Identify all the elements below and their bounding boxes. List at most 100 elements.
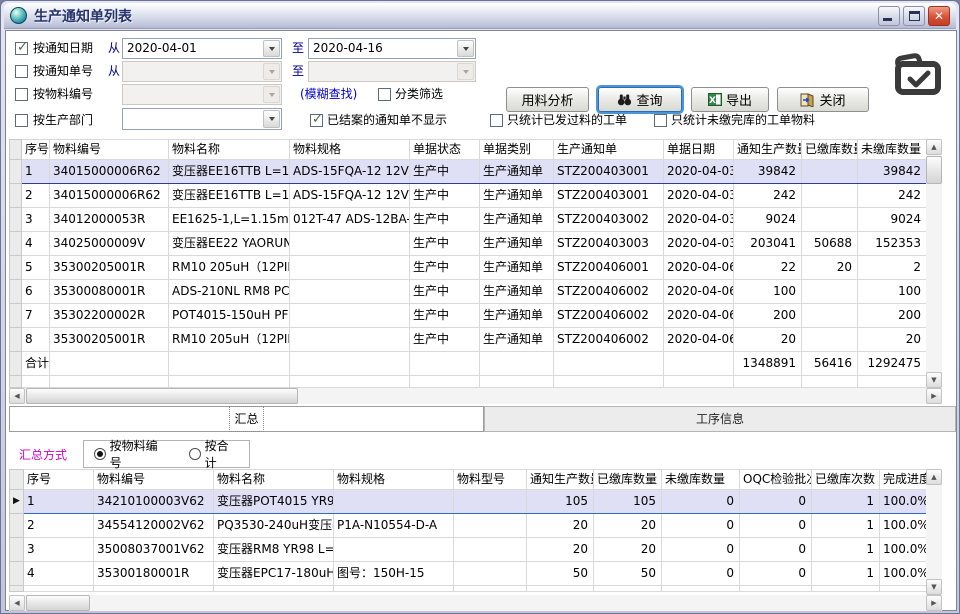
cell[interactable]: 200 bbox=[734, 304, 802, 328]
cell[interactable]: 0 bbox=[740, 538, 812, 562]
cell[interactable]: 变压器POT4015 YR98 bbox=[214, 490, 334, 514]
table-row[interactable]: 334012000053REE1625-1,L=1.15mH012T-47 AD… bbox=[10, 208, 927, 232]
row-selector[interactable] bbox=[10, 232, 22, 256]
cell[interactable]: 242 bbox=[858, 184, 927, 208]
cell[interactable]: 35300205001R bbox=[50, 328, 169, 352]
column-header[interactable]: 单据状态 bbox=[410, 140, 480, 160]
cell[interactable] bbox=[802, 160, 858, 184]
filter-by-department-checkbox[interactable] bbox=[15, 114, 28, 127]
cell[interactable]: 1 bbox=[812, 490, 880, 514]
cell[interactable]: 100 bbox=[734, 280, 802, 304]
radio-icon[interactable] bbox=[94, 448, 106, 460]
scroll-up-icon[interactable]: ▲ bbox=[926, 139, 942, 155]
classify-filter-checkbox[interactable] bbox=[378, 88, 391, 101]
cell[interactable]: 100 bbox=[858, 280, 927, 304]
cell[interactable] bbox=[802, 304, 858, 328]
cell[interactable]: 4 bbox=[24, 562, 94, 586]
filter-by-material-checkbox[interactable] bbox=[15, 88, 28, 101]
cell[interactable]: 合计 bbox=[22, 352, 50, 376]
cell[interactable]: 变压器RM8 YR98 L=3 bbox=[214, 538, 334, 562]
cell[interactable]: 8 bbox=[22, 328, 50, 352]
cell[interactable] bbox=[454, 538, 527, 562]
department-combobox[interactable] bbox=[122, 108, 282, 130]
cell[interactable]: 2020-04-06 bbox=[664, 328, 734, 352]
column-header[interactable]: 单据类别 bbox=[480, 140, 554, 160]
cell[interactable]: 1 bbox=[24, 490, 94, 514]
cell[interactable]: 生产中 bbox=[410, 280, 480, 304]
table-row[interactable]: ▶134210100003V62变压器POT4015 YR98105105001… bbox=[10, 490, 927, 514]
filter-by-date-checkbox[interactable] bbox=[15, 42, 28, 55]
row-selector[interactable] bbox=[10, 562, 24, 586]
cell[interactable]: 4 bbox=[22, 232, 50, 256]
cell[interactable]: 2020-04-06 bbox=[664, 280, 734, 304]
cell[interactable]: 2020-04-03 bbox=[664, 184, 734, 208]
scroll-left-icon[interactable]: ◀ bbox=[9, 595, 25, 611]
cell[interactable]: 6 bbox=[22, 280, 50, 304]
column-header[interactable]: 已缴库次数 bbox=[812, 470, 880, 490]
cell[interactable]: 0 bbox=[662, 514, 740, 538]
scroll-down-icon[interactable]: ▼ bbox=[926, 372, 942, 388]
row-selector[interactable] bbox=[10, 304, 22, 328]
cell[interactable]: 20 bbox=[594, 514, 662, 538]
scroll-up-icon[interactable]: ▲ bbox=[926, 469, 942, 485]
cell[interactable] bbox=[290, 232, 410, 256]
cell[interactable]: 9024 bbox=[858, 208, 927, 232]
cell[interactable]: ADS-15FQA-12 12V/1 bbox=[290, 184, 410, 208]
scroll-left-icon[interactable]: ◀ bbox=[9, 388, 25, 404]
cell[interactable]: 34012000053R bbox=[50, 208, 169, 232]
cell[interactable] bbox=[290, 352, 410, 376]
close-form-button[interactable]: 关闭 bbox=[777, 87, 869, 112]
column-header[interactable]: 物料编号 bbox=[94, 470, 214, 490]
cell[interactable] bbox=[454, 562, 527, 586]
cell[interactable]: 生产通知单 bbox=[480, 280, 554, 304]
cell[interactable]: 203041 bbox=[734, 232, 802, 256]
cell[interactable]: 生产中 bbox=[410, 160, 480, 184]
cell[interactable]: 20 bbox=[858, 328, 927, 352]
table-row[interactable]: 635300080001RADS-210NL RM8 PC4生产中生产通知单ST… bbox=[10, 280, 927, 304]
scroll-right-icon[interactable]: ▶ bbox=[926, 388, 942, 404]
cell[interactable]: 生产中 bbox=[410, 184, 480, 208]
table-row[interactable]: 435300180001R变压器EPC17-180uH图号：150H-15505… bbox=[10, 562, 927, 586]
cell[interactable]: P1A-N10554-D-A bbox=[334, 514, 454, 538]
cell[interactable]: 9024 bbox=[734, 208, 802, 232]
row-selector[interactable] bbox=[10, 184, 22, 208]
cell[interactable]: PQ3530-240uH变压器 bbox=[214, 514, 334, 538]
cell[interactable]: 100.0% bbox=[880, 490, 927, 514]
cell[interactable]: STZ200406002 bbox=[554, 304, 664, 328]
cell[interactable]: STZ200403001 bbox=[554, 160, 664, 184]
chevron-down-icon[interactable] bbox=[263, 40, 280, 57]
cell[interactable] bbox=[410, 352, 480, 376]
table-row[interactable]: 134015000006R62变压器EE16TTB L=1.0ADS-15FQA… bbox=[10, 160, 927, 184]
cell[interactable] bbox=[169, 352, 290, 376]
main-horizontal-scrollbar[interactable]: ◀ ▶ bbox=[9, 388, 942, 404]
cell[interactable]: 105 bbox=[527, 490, 594, 514]
row-selector[interactable] bbox=[10, 280, 22, 304]
cell[interactable] bbox=[334, 538, 454, 562]
scroll-down-icon[interactable]: ▼ bbox=[926, 579, 942, 595]
scroll-right-icon[interactable]: ▶ bbox=[926, 595, 942, 611]
export-button[interactable]: X 导出 bbox=[691, 87, 769, 112]
cell[interactable] bbox=[290, 280, 410, 304]
minimize-button[interactable] bbox=[878, 6, 900, 26]
query-button[interactable]: 查询 bbox=[598, 87, 682, 112]
cell[interactable]: 生产通知单 bbox=[480, 256, 554, 280]
cell[interactable] bbox=[50, 352, 169, 376]
cell[interactable]: 50 bbox=[594, 562, 662, 586]
column-header[interactable]: 通知生产数量 bbox=[527, 470, 594, 490]
column-header[interactable]: 通知生产数量 bbox=[734, 140, 802, 160]
table-row[interactable]: 735302200002RPOT4015-150uH PFC生产中生产通知单ST… bbox=[10, 304, 927, 328]
row-selector[interactable] bbox=[10, 514, 24, 538]
hide-closed-checkbox[interactable] bbox=[310, 114, 323, 127]
cell[interactable] bbox=[454, 514, 527, 538]
cell[interactable]: STZ200403003 bbox=[554, 232, 664, 256]
radio-by-total[interactable]: 按合计 bbox=[189, 437, 239, 471]
scroll-track[interactable] bbox=[926, 469, 942, 595]
cell[interactable]: 生产中 bbox=[410, 256, 480, 280]
cell[interactable]: 生产通知单 bbox=[480, 184, 554, 208]
cell[interactable] bbox=[290, 256, 410, 280]
cell[interactable]: 1 bbox=[22, 160, 50, 184]
title-bar[interactable]: 生产通知单列表 ✕ bbox=[4, 3, 956, 29]
row-selector[interactable]: ▶ bbox=[10, 490, 24, 514]
scroll-track[interactable] bbox=[9, 595, 942, 611]
cell[interactable]: 2020-04-03 bbox=[664, 232, 734, 256]
